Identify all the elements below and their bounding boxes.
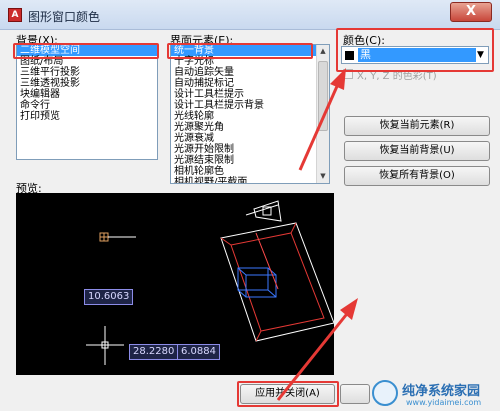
element-list-item[interactable]: 设计工具栏提示: [171, 89, 329, 100]
context-list[interactable]: 二维模型空间 图纸/布局 三维平行投影 三维透视投影 块编辑器 命令行 打印预览: [16, 44, 158, 160]
element-list-item[interactable]: 相机轮廓色: [171, 166, 329, 177]
element-list-item[interactable]: 自动追踪矢量: [171, 67, 329, 78]
dialog-body: 背景(X): 二维模型空间 图纸/布局 三维平行投影 三维透视投影 块编辑器 命令行 打印预…: [0, 30, 500, 411]
context-list-item[interactable]: 命令行: [17, 100, 157, 111]
preview-box: [220, 200, 334, 342]
crosshair-cursor: [86, 326, 124, 365]
element-list-item[interactable]: 光源衰减: [171, 133, 329, 144]
context-highlight: [13, 43, 159, 59]
app-icon: A: [8, 8, 22, 22]
scroll-down-icon[interactable]: ▼: [317, 170, 329, 183]
element-list-scrollbar[interactable]: ▲ ▼: [316, 45, 329, 183]
context-list-item[interactable]: 块编辑器: [17, 89, 157, 100]
element-list-item[interactable]: 光源开始限制: [171, 144, 329, 155]
element-list-item[interactable]: 光线轮廓: [171, 111, 329, 122]
restore-element-button[interactable]: 恢复当前元素(R): [344, 116, 490, 136]
watermark-url: www.yidaimei.com: [406, 398, 482, 407]
element-list[interactable]: 统一背景 十字光标 自动追踪矢量 自动捕捉标记 设计工具栏提示 设计工具栏提示背景 光线轮廓…: [170, 44, 330, 184]
apply-highlight: [237, 381, 339, 407]
x-coordinate-readout: 28.2280: [129, 344, 179, 360]
element-list-item[interactable]: 光源聚光角: [171, 122, 329, 133]
element-highlight: [167, 43, 313, 59]
watermark-brand: 纯净系统家园: [402, 384, 481, 399]
watermark-logo: 纯净系统家园 www.yidaimei.com: [372, 378, 500, 411]
preview-canvas: 10.6063 28.2280 6.0884: [16, 193, 334, 375]
restore-context-button[interactable]: 恢复当前背景(U): [344, 141, 490, 161]
color-highlight: [336, 28, 494, 72]
scroll-up-icon[interactable]: ▲: [317, 45, 329, 58]
distance-readout: 10.6063: [84, 289, 134, 305]
element-items: 统一背景 十字光标 自动追踪矢量 自动捕捉标记 设计工具栏提示 设计工具栏提示背景 光线轮廓…: [171, 45, 329, 183]
y-coordinate-readout: 6.0884: [177, 344, 220, 360]
restore-all-button[interactable]: 恢复所有背景(O): [344, 166, 490, 186]
title-bar: A 图形窗口颜色 X: [0, 0, 500, 30]
window-title: 图形窗口颜色: [28, 10, 101, 24]
context-list-item[interactable]: 三维透视投影: [17, 78, 157, 89]
crosshair-marker: [99, 232, 136, 242]
cancel-button-partial[interactable]: [340, 384, 370, 404]
element-list-item[interactable]: 光源结束限制: [171, 155, 329, 166]
element-list-item[interactable]: 相机视野/平截面: [171, 177, 329, 183]
context-list-item[interactable]: 打印预览: [17, 111, 157, 122]
close-button[interactable]: X: [450, 2, 492, 22]
element-list-item[interactable]: 设计工具栏提示背景: [171, 100, 329, 111]
context-list-item[interactable]: 三维平行投影: [17, 67, 157, 78]
element-list-item[interactable]: 自动捕捉标记: [171, 78, 329, 89]
scroll-thumb[interactable]: [318, 61, 328, 131]
